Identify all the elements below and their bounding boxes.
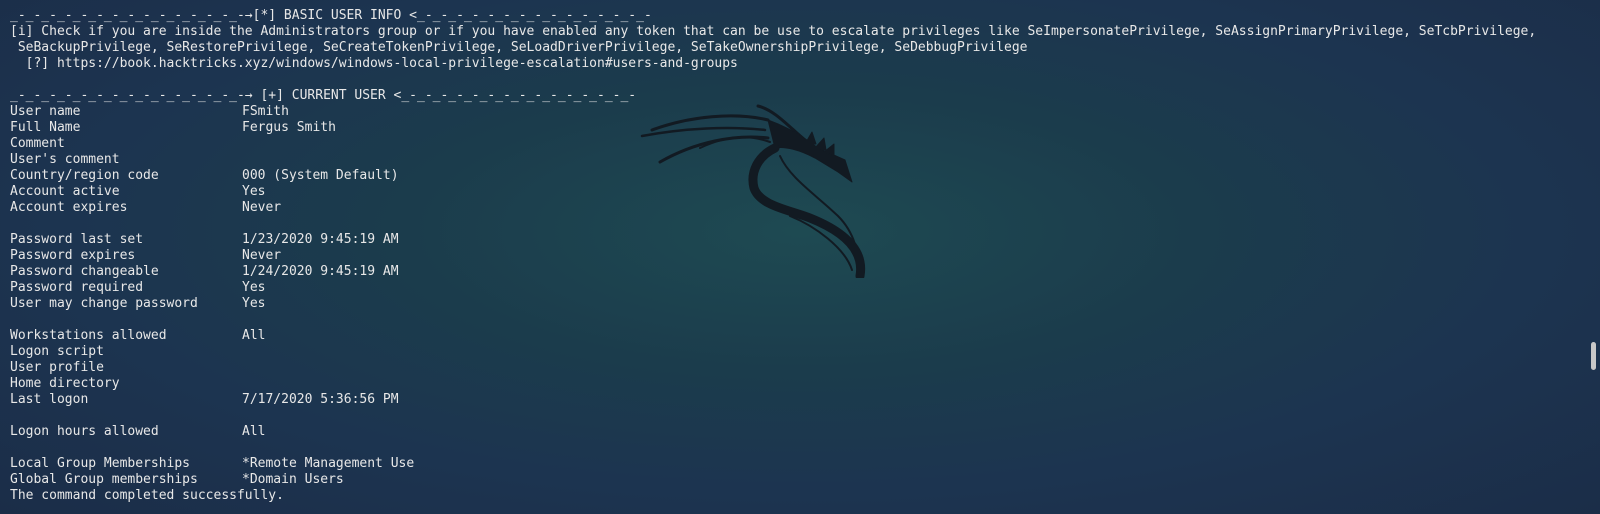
field-password-changeable: Password changeable 1/24/2020 9:45:19 AM xyxy=(10,264,399,279)
field-logon-script: Logon script xyxy=(10,344,104,359)
field-home-directory: Home directory xyxy=(10,376,120,391)
field-password-last-set: Password last set 1/23/2020 9:45:19 AM xyxy=(10,232,399,247)
info-line-1: [i] Check if you are inside the Administ… xyxy=(10,24,1537,39)
info-line-2: SeBackupPrivilege, SeRestorePrivilege, S… xyxy=(10,40,1028,55)
field-workstations-allowed: Workstations allowed All xyxy=(10,328,266,343)
field-logon-hours-allowed: Logon hours allowed All xyxy=(10,424,266,439)
field-password-required: Password required Yes xyxy=(10,280,266,295)
hacktricks-link: [?] https://book.hacktricks.xyz/windows/… xyxy=(10,56,738,71)
terminal-output[interactable]: _-_-_-_-_-_-_-_-_-_-_-_-_-_-_-→[*] BASIC… xyxy=(10,8,1578,504)
field-users-comment: User's comment xyxy=(10,152,120,167)
field-user-may-change-password: User may change password Yes xyxy=(10,296,266,311)
field-global-group-memberships: Global Group memberships *Domain Users xyxy=(10,472,344,487)
field-account-expires: Account expires Never xyxy=(10,200,282,215)
current-user-header: _-_-_-_-_-_-_-_-_-_-_-_-_-_-_-→ [+] CURR… xyxy=(10,88,637,103)
field-country-code: Country/region code 000 (System Default) xyxy=(10,168,399,183)
field-password-expires: Password expires Never xyxy=(10,248,282,263)
vertical-scrollbar[interactable] xyxy=(1588,0,1600,514)
field-user-profile: User profile xyxy=(10,360,104,375)
command-completed-message: The command completed successfully. xyxy=(10,488,284,503)
field-local-group-memberships: Local Group Memberships *Remote Managemen… xyxy=(10,456,415,471)
field-user-name: User name FSmith xyxy=(10,104,289,119)
scrollbar-thumb[interactable] xyxy=(1591,342,1596,370)
field-last-logon: Last logon 7/17/2020 5:36:56 PM xyxy=(10,392,399,407)
basic-user-info-header: _-_-_-_-_-_-_-_-_-_-_-_-_-_-_-→[*] BASIC… xyxy=(10,8,652,23)
field-account-active: Account active Yes xyxy=(10,184,266,199)
field-full-name: Full Name Fergus Smith xyxy=(10,120,336,135)
field-comment: Comment xyxy=(10,136,65,151)
